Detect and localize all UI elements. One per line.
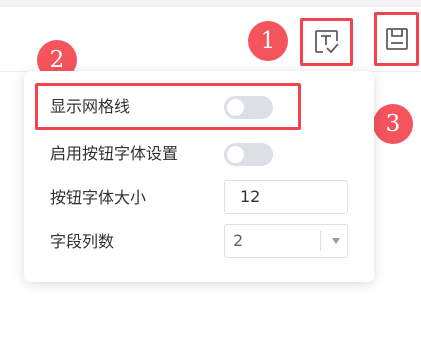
chevron-down-icon[interactable] xyxy=(332,238,340,244)
button-font-size-row: 按钮字体大小 12 xyxy=(24,178,374,218)
step-marker-1: 1 xyxy=(248,21,288,61)
field-columns-label: 字段列数 xyxy=(50,232,115,251)
switch-knob xyxy=(227,146,244,163)
switch-knob xyxy=(227,99,244,116)
field-columns-row: 字段列数 2 xyxy=(24,222,374,262)
show-grid-switch[interactable] xyxy=(224,96,273,119)
select-divider xyxy=(320,231,321,251)
enable-button-font-switch[interactable] xyxy=(224,143,273,166)
save-button[interactable] xyxy=(374,12,419,66)
window-top-strip xyxy=(0,0,421,7)
show-grid-row: 显示网格线 xyxy=(24,87,374,127)
field-columns-select[interactable]: 2 xyxy=(224,224,348,258)
text-settings-button[interactable] xyxy=(300,18,353,66)
field-columns-value: 2 xyxy=(233,231,244,250)
enable-button-font-row: 启用按钮字体设置 xyxy=(24,134,374,174)
text-settings-icon xyxy=(314,29,340,55)
enable-button-font-label: 启用按钮字体设置 xyxy=(50,144,179,163)
step-marker-3: 3 xyxy=(373,104,413,144)
button-font-size-input[interactable]: 12 xyxy=(224,180,348,214)
show-grid-label: 显示网格线 xyxy=(50,97,131,116)
button-font-size-label: 按钮字体大小 xyxy=(50,188,147,207)
save-icon xyxy=(385,27,409,51)
settings-panel: 显示网格线 启用按钮字体设置 按钮字体大小 12 字段列数 2 xyxy=(24,71,374,282)
